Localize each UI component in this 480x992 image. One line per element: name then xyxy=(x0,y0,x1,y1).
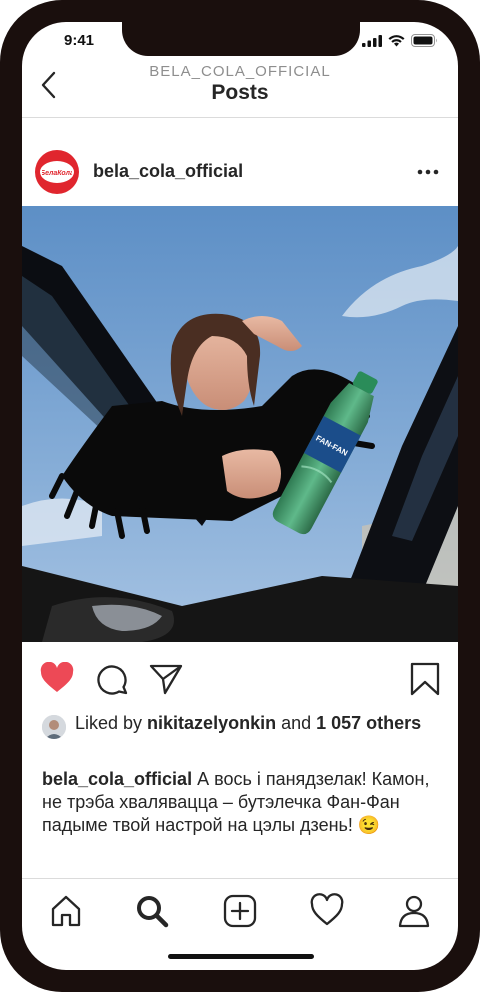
likes-prefix: Liked by xyxy=(75,713,148,733)
phone-frame: 9:41 BELA_COLA_OFFICIAL Posts елаКол bel… xyxy=(0,0,480,992)
likes-text: Liked by nikitazelyonkin and 1 057 other… xyxy=(75,712,442,734)
tab-activity[interactable] xyxy=(309,893,345,929)
brand-logo: БелаКола xyxy=(40,161,74,183)
likes-middle: and xyxy=(276,713,317,733)
more-options-button[interactable] xyxy=(416,164,440,180)
post-image: FAN-FAN xyxy=(22,206,458,642)
comment-button[interactable] xyxy=(95,662,129,696)
svg-text:БелаКола: БелаКола xyxy=(42,170,72,177)
battery-icon xyxy=(411,34,437,47)
heart-filled-icon xyxy=(40,661,74,692)
tab-new-post[interactable] xyxy=(222,893,258,929)
status-icons xyxy=(362,34,438,47)
likes-summary: Liked by nikitazelyonkin and 1 057 other… xyxy=(42,712,442,739)
more-horizontal-icon xyxy=(417,169,439,175)
liker-username[interactable]: nikitazelyonkin xyxy=(147,713,276,733)
profile-icon xyxy=(398,895,430,928)
save-button[interactable] xyxy=(408,662,442,696)
post-header: БелаКола bela_cola_official xyxy=(22,146,458,206)
caption-username[interactable]: bela_cola_official xyxy=(42,769,192,789)
notch xyxy=(122,22,360,56)
post-actions xyxy=(22,656,458,700)
top-nav: BELA_COLA_OFFICIAL Posts xyxy=(22,56,458,118)
bookmark-icon xyxy=(410,662,440,696)
wifi-icon xyxy=(388,34,405,46)
tab-bar xyxy=(22,878,458,938)
search-icon xyxy=(137,896,169,928)
liker-avatar[interactable] xyxy=(42,715,66,739)
page-title: Posts xyxy=(211,81,269,104)
add-icon xyxy=(223,894,257,928)
avatar[interactable]: БелаКола xyxy=(35,150,79,194)
likes-count[interactable]: 1 057 others xyxy=(316,713,421,733)
cellular-signal-icon xyxy=(362,34,382,47)
tab-home[interactable] xyxy=(48,893,84,929)
like-button[interactable] xyxy=(40,661,74,696)
tab-search[interactable] xyxy=(134,893,170,929)
paper-plane-icon xyxy=(149,664,183,695)
activity-heart-icon xyxy=(310,893,344,926)
post-photo[interactable]: FAN-FAN xyxy=(22,206,458,642)
home-icon xyxy=(51,895,81,927)
post-username[interactable]: bela_cola_official xyxy=(93,161,243,182)
status-time: 9:41 xyxy=(64,32,95,49)
screen: 9:41 BELA_COLA_OFFICIAL Posts елаКол bel… xyxy=(22,22,458,970)
tab-profile[interactable] xyxy=(396,893,432,929)
comment-icon xyxy=(97,665,128,695)
nav-subtitle: BELA_COLA_OFFICIAL xyxy=(149,63,331,80)
home-indicator[interactable] xyxy=(168,954,314,959)
share-button[interactable] xyxy=(149,662,183,696)
post-caption: bela_cola_official А вось і панядзелак! … xyxy=(42,768,442,837)
